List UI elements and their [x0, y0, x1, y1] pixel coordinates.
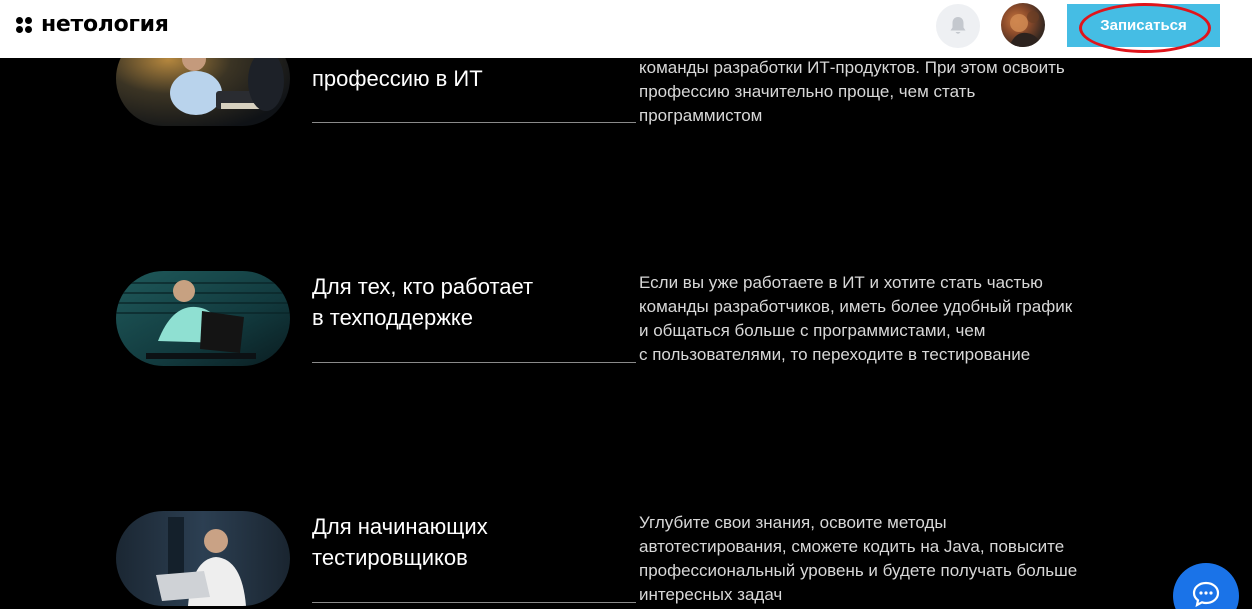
photo-man-holding-laptop — [116, 511, 290, 606]
signup-button[interactable]: Записаться — [1067, 4, 1220, 47]
row-divider — [312, 362, 636, 363]
page: профессию в ИТ команды разработки ИТ-про… — [0, 0, 1252, 609]
row-title: Для начинающих тестировщиков — [312, 514, 488, 570]
row-divider — [312, 602, 636, 603]
avatar-photo — [1009, 11, 1041, 47]
row-title: Для тех, кто работает в техподдержке — [312, 274, 534, 330]
logo[interactable]: нетология — [16, 12, 169, 38]
site-header: нетология Записаться — [0, 0, 1252, 58]
row-photo-support — [116, 271, 290, 366]
photo-man-at-laptop — [116, 271, 290, 366]
row-description: Углубите свои знания, освоите методы авт… — [639, 513, 1078, 604]
bell-icon — [950, 17, 966, 34]
notifications-button[interactable] — [936, 4, 980, 48]
user-avatar[interactable] — [1001, 3, 1045, 47]
chat-bubble-icon — [1192, 581, 1220, 607]
row-description: Если вы уже работаете в ИТ и хотите стат… — [639, 273, 1073, 364]
row-divider — [312, 122, 636, 123]
logo-text: нетология — [41, 12, 169, 37]
row-photo-beginner-testers — [116, 511, 290, 606]
row-title: профессию в ИТ — [312, 66, 483, 91]
logo-icon — [16, 16, 33, 34]
row-description: команды разработки ИТ-продуктов. При это… — [639, 58, 1065, 125]
chat-button[interactable] — [1173, 563, 1239, 609]
